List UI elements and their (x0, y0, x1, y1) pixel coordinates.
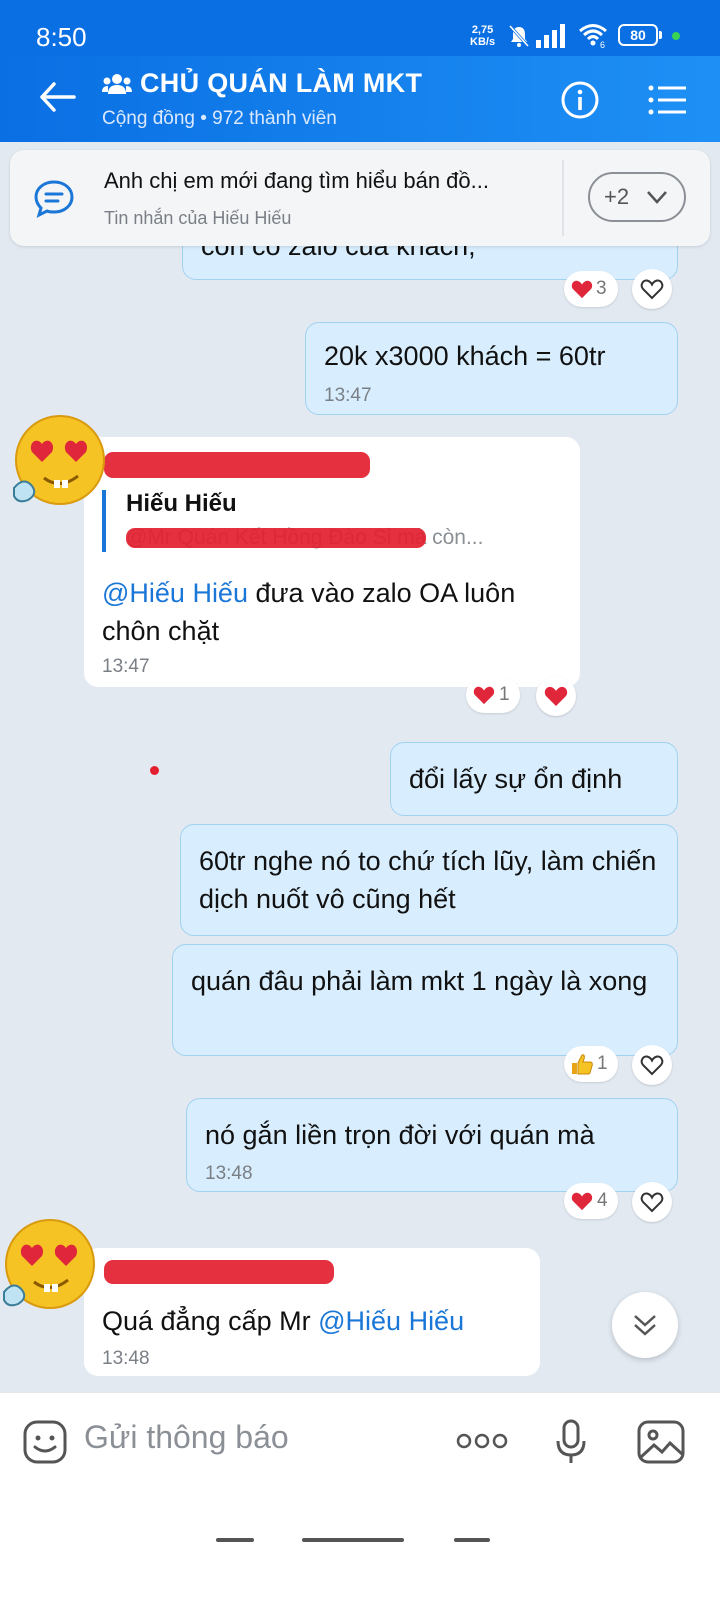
quoted-sender: Hiếu Hiếu (126, 490, 237, 517)
message-text: đổi lấy sự ổn định (409, 764, 623, 794)
heart-outline-icon (640, 279, 664, 300)
emoji-icon[interactable] (22, 1419, 68, 1465)
group-title[interactable]: CHỦ QUÁN LÀM MKT (140, 68, 422, 99)
wifi-label: 6 (600, 40, 605, 48)
message-time: 13:48 (205, 1163, 253, 1184)
reaction-badge[interactable]: 4 (564, 1183, 618, 1219)
chat-bubble-icon (34, 180, 74, 218)
reaction-badge[interactable]: 3 (564, 271, 618, 307)
double-chevron-down-icon (634, 1315, 656, 1336)
react-button[interactable] (632, 1182, 672, 1222)
cell-signal-icon (536, 24, 565, 48)
pinned-divider (562, 160, 564, 236)
message-text: 60tr nghe nó to chứ tích lũy, làm chiến … (199, 846, 657, 914)
reaction-count: 1 (597, 1053, 608, 1074)
microphone-icon[interactable] (554, 1419, 588, 1465)
pinned-sender: Tin nhắn của Hiếu Hiếu (104, 208, 292, 228)
message-input[interactable]: Gửi thông báo (84, 1419, 289, 1456)
redacted-sender-name (104, 1260, 334, 1284)
scroll-to-bottom-button[interactable] (612, 1292, 678, 1358)
status-dot (672, 32, 680, 40)
group-subtitle: Cộng đồng • 972 thành viên (102, 108, 337, 129)
mute-bell-icon (508, 24, 530, 48)
network-speed: 2,75 KB/s (470, 24, 495, 48)
message-text: 20k x3000 khách = 60tr (324, 341, 606, 371)
chat-header: CHỦ QUÁN LÀM MKT Cộng đồng • 972 thành v… (0, 56, 720, 142)
heart-outline-icon (640, 1192, 664, 1213)
pinned-message-banner[interactable]: Anh chị em mới đang tìm hiểu bán đồ... T… (10, 150, 710, 246)
message-text: @Hiếu Hiếu đưa vào zalo OA luôn chôn chặ… (102, 574, 562, 650)
pinned-text: Anh chị em mới đang tìm hiểu bán đồ... (104, 168, 489, 193)
redacted-sender-name (104, 452, 370, 478)
message-text-body: Quá đẳng cấp Mr (102, 1306, 319, 1336)
reaction-badge[interactable]: 1 (564, 1046, 618, 1082)
status-bar: 8:50 2,75 KB/s 6 80 (0, 0, 720, 56)
message-text: Quá đẳng cấp Mr @Hiếu Hiếu (102, 1302, 464, 1340)
reaction-badge[interactable]: 1 (466, 677, 520, 713)
message-bubble[interactable]: đổi lấy sự ổn định (390, 742, 678, 816)
battery-tip (659, 31, 662, 39)
reaction-count: 4 (597, 1190, 608, 1211)
network-speed-value: 2,75 (471, 24, 494, 36)
message-bubble[interactable]: 60tr nghe nó to chứ tích lũy, làm chiến … (180, 824, 678, 936)
redacted-quote-text (126, 528, 426, 548)
sender-avatar[interactable] (0, 1218, 102, 1322)
mention-link[interactable]: @Hiếu Hiếu (102, 578, 248, 608)
community-icon (102, 74, 132, 94)
react-button[interactable] (632, 1045, 672, 1085)
message-time: 13:47 (102, 656, 150, 677)
wifi-icon: 6 (579, 24, 607, 48)
reaction-count: 1 (499, 684, 510, 705)
battery-icon: 80 (618, 24, 658, 46)
mention-link[interactable]: @Hiếu Hiếu (318, 1306, 464, 1336)
react-button[interactable] (536, 676, 576, 716)
info-icon[interactable] (560, 80, 600, 120)
menu-list-icon[interactable] (648, 84, 688, 116)
image-icon[interactable] (636, 1419, 686, 1465)
nav-recents-handle[interactable] (216, 1538, 254, 1542)
nav-back-handle[interactable] (454, 1538, 490, 1542)
heart-icon (544, 686, 568, 706)
nav-home-handle[interactable] (302, 1538, 404, 1542)
heart-icon (571, 1192, 593, 1211)
chevron-down-icon (647, 191, 667, 204)
reaction-count: 3 (596, 278, 607, 299)
message-bubble[interactable]: nó gắn liền trọn đời với quán mà 13:48 (186, 1098, 678, 1192)
heart-icon (473, 686, 495, 705)
pinned-more-count: +2 (604, 184, 630, 209)
heart-icon (571, 280, 593, 299)
message-bubble[interactable]: quán đâu phải làm mkt 1 ngày là xong (172, 944, 678, 1056)
unread-dot (150, 766, 159, 775)
message-input-bar: Gửi thông báo (0, 1392, 720, 1600)
message-bubble[interactable]: 20k x3000 khách = 60tr 13:47 (305, 322, 678, 415)
message-text: quán đâu phải làm mkt 1 ngày là xong (191, 966, 648, 996)
message-text: nó gắn liền trọn đời với quán mà (205, 1120, 595, 1150)
message-time: 13:48 (102, 1348, 150, 1369)
react-button[interactable] (632, 269, 672, 309)
back-arrow-icon[interactable] (38, 80, 78, 114)
heart-outline-icon (640, 1055, 664, 1076)
message-time: 13:47 (324, 385, 372, 406)
status-time: 8:50 (36, 22, 87, 52)
pinned-more-button[interactable]: +2 (588, 172, 686, 222)
thumbs-up-icon (572, 1054, 593, 1075)
network-speed-unit: KB/s (470, 36, 496, 48)
sender-avatar[interactable] (8, 414, 112, 518)
more-options-icon[interactable] (456, 1431, 508, 1451)
